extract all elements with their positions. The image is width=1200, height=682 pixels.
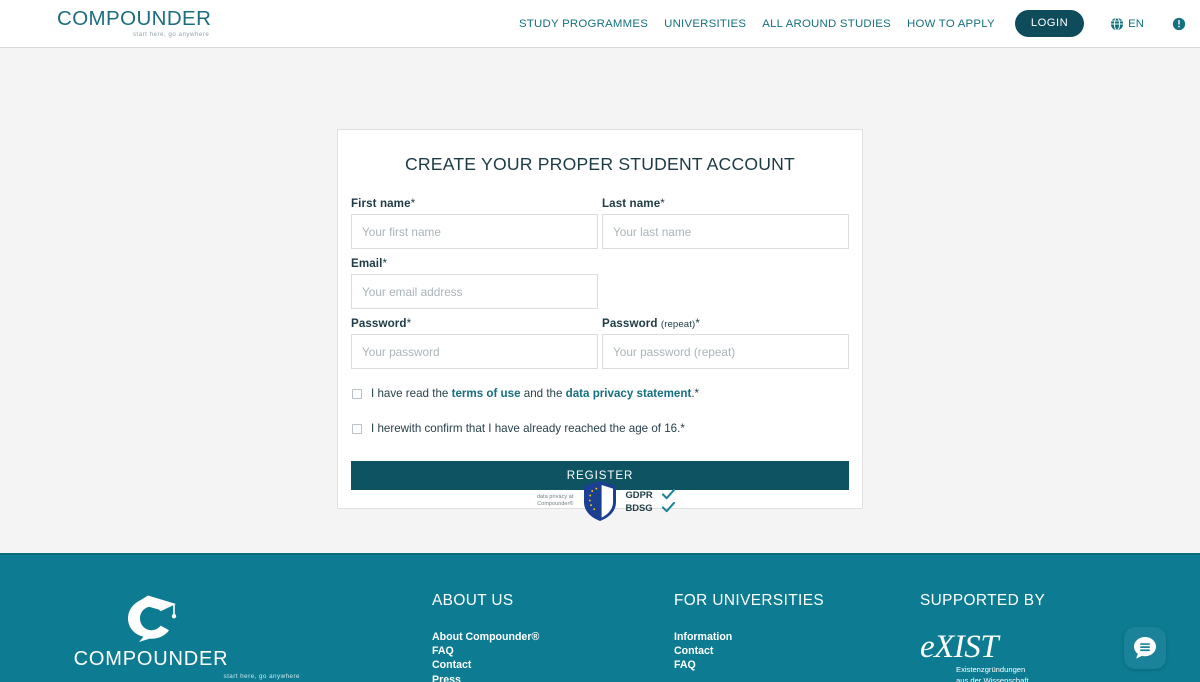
exist-subtitle-line2: aus der Wissenschaft	[956, 675, 1029, 682]
footer-link-contact-universities[interactable]: Contact	[674, 644, 920, 658]
footer-link-information[interactable]: Information	[674, 630, 920, 644]
checkmark-icon	[661, 502, 675, 513]
age-consent-label: I herewith confirm that I have already r…	[371, 422, 685, 435]
footer-column-about-us: ABOUT US About Compounder® FAQ Contact P…	[432, 592, 674, 682]
last-name-label: Last name*	[602, 197, 665, 210]
brand-tagline: start here, go anywhere	[132, 31, 210, 39]
last-name-field: Last name*	[602, 197, 849, 249]
footer-link-faq-universities[interactable]: FAQ	[674, 658, 920, 672]
footer-column-supported-by: SUPPORTED BY eXIST Existenzgründungen au…	[920, 592, 1045, 682]
terms-consent-row: I have read the terms of use and the dat…	[352, 387, 849, 409]
email-row-spacer	[602, 257, 849, 309]
password-repeat-field: Password (repeat)*	[602, 317, 849, 369]
email-row: Email*	[351, 257, 849, 317]
footer-brand-name: COMPOUNDER	[73, 648, 229, 670]
footer-inner: COMPOUNDER start here, go anywhere ABOUT…	[0, 555, 1200, 682]
password-repeat-input[interactable]	[602, 334, 849, 369]
terms-checkbox[interactable]	[352, 389, 362, 399]
registration-form: First name* Last name* Email* Password*	[350, 197, 850, 490]
last-name-input[interactable]	[602, 214, 849, 249]
footer-link-contact[interactable]: Contact	[432, 658, 674, 672]
exist-logo: eXIST Existenzgründungen aus der Wissens…	[920, 630, 1045, 682]
gdpr-line-bdsg: BDSG	[626, 502, 675, 513]
exist-wordmark: eXIST	[920, 629, 999, 665]
gdpr-label: GDPR	[625, 489, 653, 500]
footer-link-faq[interactable]: FAQ	[432, 644, 674, 658]
info-circle-icon	[1172, 17, 1186, 30]
page-title: CREATE YOUR PROPER STUDENT ACCOUNT	[404, 154, 795, 174]
shield-icon	[583, 481, 616, 521]
info-button[interactable]	[1172, 17, 1186, 31]
footer-brand-tagline: start here, go anywhere	[223, 673, 300, 680]
footer-links-about-us: About Compounder® FAQ Contact Press	[432, 630, 674, 682]
header-logo[interactable]: COMPOUNDER start here, go anywhere	[57, 6, 212, 39]
first-name-field: First name*	[351, 197, 598, 249]
nav-universities[interactable]: UNIVERSITIES	[664, 18, 746, 30]
main-navigation: STUDY PROGRAMMES UNIVERSITIES ALL AROUND…	[519, 10, 1186, 37]
main-content: CREATE YOUR PROPER STUDENT ACCOUNT First…	[0, 48, 1200, 553]
checkmark-icon	[661, 489, 675, 500]
gdpr-badge: data privacy at Compounder® GDPR BDSG	[0, 480, 1200, 522]
chat-widget-button[interactable]	[1124, 627, 1166, 669]
language-label: EN	[1128, 17, 1144, 30]
footer-column-for-universities: FOR UNIVERSITIES Information Contact FAQ	[674, 592, 920, 682]
language-selector[interactable]: EN	[1110, 16, 1144, 31]
footer-link-about-compounder[interactable]: About Compounder®	[432, 630, 674, 644]
gdpr-note: data privacy at Compounder®	[526, 494, 574, 509]
gdpr-note-line1: data privacy at	[536, 493, 574, 500]
nav-study-programmes[interactable]: STUDY PROGRAMMES	[519, 18, 648, 30]
name-row: First name* Last name*	[351, 197, 849, 257]
password-input[interactable]	[351, 334, 598, 369]
login-button[interactable]: LOGIN	[1014, 10, 1085, 37]
globe-icon	[1111, 16, 1124, 31]
password-row: Password* Password (repeat)*	[351, 317, 849, 377]
gdpr-line-gdpr: GDPR	[626, 489, 675, 500]
brand-name: COMPOUNDER	[57, 6, 212, 30]
terms-of-use-link[interactable]: terms of use	[452, 387, 521, 400]
terms-consent-label: I have read the terms of use and the dat…	[371, 387, 700, 400]
password-field: Password*	[351, 317, 598, 369]
email-label: Email*	[351, 257, 388, 270]
chat-bubble-icon	[1134, 637, 1156, 659]
nav-all-around-studies[interactable]: ALL AROUND STUDIES	[762, 18, 891, 30]
gdpr-note-line2: Compounder®	[537, 501, 574, 507]
registration-card: CREATE YOUR PROPER STUDENT ACCOUNT First…	[337, 129, 863, 509]
footer-heading-about-us: ABOUT US	[432, 592, 514, 609]
gdpr-labels: GDPR BDSG	[626, 489, 675, 513]
age-checkbox[interactable]	[352, 424, 362, 434]
email-input[interactable]	[351, 274, 598, 309]
age-consent-row: I herewith confirm that I have already r…	[352, 422, 849, 444]
site-footer: COMPOUNDER start here, go anywhere ABOUT…	[0, 553, 1200, 682]
first-name-input[interactable]	[351, 214, 598, 249]
footer-logo[interactable]: COMPOUNDER start here, go anywhere	[0, 592, 432, 682]
password-label: Password*	[351, 317, 412, 330]
data-privacy-statement-link[interactable]: data privacy statement	[566, 387, 692, 400]
exist-subtitle-line1: Existenzgründungen	[956, 665, 1026, 674]
first-name-label: First name*	[351, 197, 416, 210]
bdsg-label: BDSG	[625, 502, 653, 513]
footer-links-for-universities: Information Contact FAQ	[674, 630, 920, 673]
graduation-cap-c-icon	[128, 595, 177, 642]
nav-how-to-apply[interactable]: HOW TO APPLY	[907, 18, 995, 30]
footer-heading-for-universities: FOR UNIVERSITIES	[674, 592, 825, 609]
footer-link-press[interactable]: Press	[432, 673, 674, 682]
email-field: Email*	[351, 257, 598, 309]
site-header: COMPOUNDER start here, go anywhere STUDY…	[0, 0, 1200, 48]
password-repeat-label: Password (repeat)*	[602, 317, 700, 330]
footer-heading-supported-by: SUPPORTED BY	[920, 592, 1046, 609]
